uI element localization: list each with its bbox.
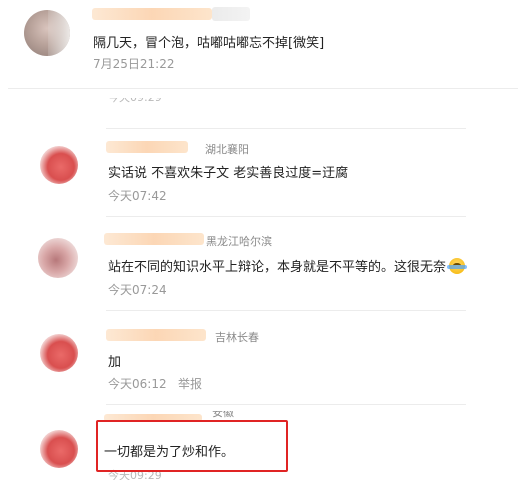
divider [106,404,466,405]
comment-time: 今天07:42 [108,189,167,203]
divider [8,88,518,89]
reply-time-cut: 今天09:29 [108,98,162,105]
highlight-box [96,420,288,472]
comment-text-row: 站在不同的知识水平上辩论，本身就是不平等的。这很无奈 [108,256,468,275]
facepalm-emoji-icon [447,258,468,274]
comment-time: 今天06:12 [108,377,167,391]
blurred-username[interactable] [106,329,206,341]
blurred-username[interactable] [92,8,212,20]
location-label-text: 安徽 [212,411,234,419]
reply-time-cut-text: 今天09:29 [108,98,162,105]
avatar[interactable] [38,238,78,278]
comment-time: 7月25日21:22 [93,57,175,71]
avatar[interactable] [24,10,70,56]
location-label: 吉林长春 [215,331,259,344]
location-label: 黑龙江哈尔滨 [206,235,272,248]
comment-text: 站在不同的知识水平上辩论，本身就是不平等的。这很无奈 [108,260,447,275]
divider [106,310,466,311]
comment-time: 今天07:24 [108,283,167,297]
avatar[interactable] [40,334,78,372]
comment-text: 隔几天，冒个泡，咕嘟咕嘟忘不掉[微笑] [93,36,325,51]
comment-text: 实话说 不喜欢朱子文 老实善良过度=迂腐 [108,166,349,181]
location-label: 湖北襄阳 [205,143,249,156]
blurred-username[interactable] [106,141,188,153]
location-label: 安徽 [212,411,234,419]
comment-text: 加 [108,355,122,370]
divider [106,216,466,217]
report-button[interactable]: 举报 [178,375,202,392]
avatar[interactable] [40,146,78,184]
avatar[interactable] [40,430,78,468]
blurred-username[interactable] [104,233,204,245]
divider [106,128,466,129]
blurred-badge [212,7,250,21]
comment-feed: 隔几天，冒个泡，咕嘟咕嘟忘不掉[微笑] 7月25日21:22 今天09:29 湖… [0,0,523,480]
